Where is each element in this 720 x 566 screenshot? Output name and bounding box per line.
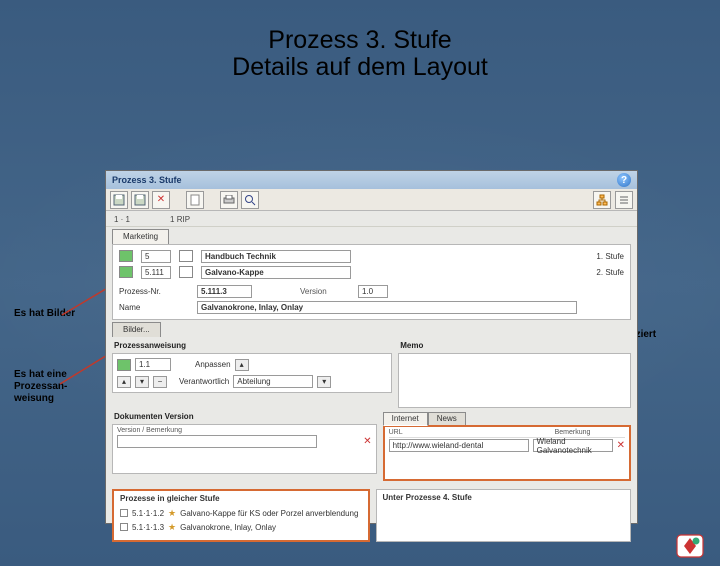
- prozess-nr-label: Prozess-Nr.: [119, 287, 189, 296]
- save2-icon[interactable]: [131, 191, 149, 209]
- bc2-name: Galvano-Kappe: [201, 266, 351, 279]
- dv-col: Version / Bemerkung: [117, 427, 372, 434]
- window-title: Prozess 3. Stufe: [112, 175, 182, 185]
- list-icon[interactable]: [615, 191, 633, 209]
- bc1-name: Handbuch Technik: [201, 250, 351, 263]
- pa-up-icon[interactable]: ▴: [117, 376, 131, 388]
- logo: [676, 534, 704, 558]
- p2-name: Galvanokrone, Inlay, Onlay: [180, 523, 276, 532]
- row-swatch: [120, 509, 128, 517]
- bem-input[interactable]: Wieland Galvanotechnik: [533, 439, 613, 452]
- preview-icon[interactable]: [241, 191, 259, 209]
- bottom-section: Prozesse in gleicher Stufe 5.1·1·1.2 ★ G…: [112, 489, 631, 542]
- tree-icon[interactable]: [593, 191, 611, 209]
- print-icon[interactable]: [220, 191, 238, 209]
- tab-marketing[interactable]: Marketing: [112, 229, 169, 244]
- row-swatch: [120, 523, 128, 531]
- p2-nr: 5.1·1·1.3: [132, 523, 164, 532]
- sub-stage-title: Unter Prozesse 4. Stufe: [383, 493, 625, 502]
- url-input[interactable]: http://www.wieland-dental: [389, 439, 529, 452]
- net-close-icon[interactable]: ✕: [617, 440, 625, 451]
- memo-field[interactable]: [398, 353, 631, 408]
- dv-section: Dokumenten Version Version / Bemerkung ✕…: [112, 412, 631, 481]
- tab-bilder[interactable]: Bilder...: [112, 322, 161, 337]
- verantwortlich-down-icon[interactable]: ▾: [317, 376, 331, 388]
- memo-label: Memo: [400, 341, 631, 350]
- side-tabs: Marketing: [106, 229, 637, 244]
- p1-nr: 5.1·1·1.2: [132, 509, 164, 518]
- sub-stage-box: Unter Prozesse 4. Stufe: [376, 489, 632, 542]
- doc-icon[interactable]: [186, 191, 204, 209]
- dv-close-icon[interactable]: ✕: [363, 436, 371, 447]
- bc2-stage: 2. Stufe: [596, 268, 624, 277]
- app-window: Prozess 3. Stufe ? ✕ 1 · 1 1 RIP Marketi…: [105, 170, 638, 524]
- verantwortlich-label: Verantwortlich: [179, 377, 229, 386]
- verantwortlich-input[interactable]: Abteilung: [233, 375, 313, 388]
- tab-news[interactable]: News: [428, 412, 466, 426]
- slide-subtitle: Details auf dem Layout: [0, 53, 720, 82]
- list-item[interactable]: 5.1·1·1.3 ★ Galvanokrone, Inlay, Onlay: [120, 520, 362, 534]
- pa-swatch: [117, 359, 131, 371]
- anpassen-up-icon[interactable]: ▴: [235, 359, 249, 371]
- pa-minus-icon[interactable]: −: [153, 376, 167, 388]
- dv-box: Version / Bemerkung ✕: [112, 424, 377, 474]
- name-label: Name: [119, 303, 189, 312]
- bc1-nr: 5: [141, 250, 171, 263]
- pa-title: Prozessanweisung: [114, 341, 392, 350]
- bc1-stage: 1. Stufe: [596, 252, 624, 261]
- star-icon: ★: [168, 522, 176, 533]
- meta-right: 1 RIP: [170, 215, 190, 224]
- help-icon[interactable]: ?: [617, 173, 631, 187]
- slide-title-block: Prozess 3. Stufe Details auf dem Layout: [0, 26, 720, 82]
- annotation-bilder: Es hat Bilder: [14, 308, 99, 319]
- tab-internet[interactable]: Internet: [383, 412, 428, 426]
- bem-col: Bemerkung: [555, 429, 591, 436]
- save-icon[interactable]: [110, 191, 128, 209]
- pa-section: Prozessanweisung 1.1 Anpassen ▴ ▴ ▾ − Ve…: [112, 341, 631, 408]
- meta-row: 1 · 1 1 RIP: [106, 211, 637, 227]
- dv-input[interactable]: [117, 435, 317, 448]
- status-swatch-1: [119, 250, 133, 262]
- name-input[interactable]: Galvanokrone, Inlay, Onlay: [197, 301, 577, 314]
- pa-down-icon[interactable]: ▾: [135, 376, 149, 388]
- spacer-swatch-2: [179, 266, 193, 278]
- toolbar: ✕: [106, 189, 637, 211]
- p1-name: Galvano-Kappe für KS oder Porzel anverbl…: [180, 509, 358, 518]
- url-col: URL: [389, 429, 539, 436]
- star-icon: ★: [168, 508, 176, 519]
- status-swatch-2: [119, 266, 133, 278]
- dv-title: Dokumenten Version: [114, 412, 377, 421]
- titlebar: Prozess 3. Stufe ?: [106, 171, 637, 189]
- meta-left: 1 · 1: [114, 215, 130, 224]
- internet-box: URL Bemerkung http://www.wieland-dental …: [383, 425, 631, 481]
- annotation-pa: Es hat eine Prozessan-weisung: [14, 369, 94, 405]
- delete-icon[interactable]: ✕: [152, 191, 170, 209]
- same-stage-box: Prozesse in gleicher Stufe 5.1·1·1.2 ★ G…: [112, 489, 370, 542]
- list-item[interactable]: 5.1·1·1.2 ★ Galvano-Kappe für KS oder Po…: [120, 506, 362, 520]
- same-stage-title: Prozesse in gleicher Stufe: [120, 494, 362, 503]
- pa-val[interactable]: 1.1: [135, 358, 171, 371]
- slide-title: Prozess 3. Stufe: [0, 26, 720, 55]
- bc2-nr: 5.111: [141, 266, 171, 279]
- form-area: 5 Handbuch Technik 1. Stufe 5.111 Galvan…: [112, 244, 631, 320]
- anpassen-label: Anpassen: [195, 360, 231, 369]
- version-input[interactable]: 1.0: [358, 285, 388, 298]
- prozess-nr-input[interactable]: 5.111.3: [197, 285, 252, 298]
- version-label: Version: [300, 287, 350, 296]
- spacer-swatch-1: [179, 250, 193, 262]
- pa-box: 1.1 Anpassen ▴ ▴ ▾ − Verantwortlich Abte…: [112, 353, 392, 393]
